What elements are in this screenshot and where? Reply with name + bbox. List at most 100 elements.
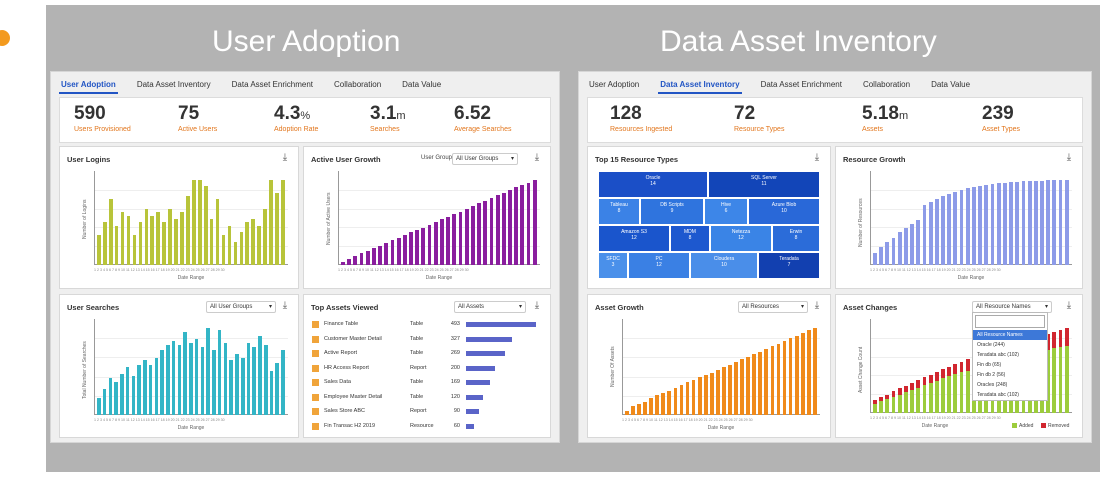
treemap-cell[interactable]: Netezza 12 xyxy=(710,225,772,252)
assets-select[interactable]: All Assets ▾ xyxy=(454,301,526,313)
asset-row[interactable]: Sales Store ABC Report 90 xyxy=(312,406,542,418)
chart-bar xyxy=(891,237,896,265)
dropdown-option[interactable]: Fin db 2 (56) xyxy=(973,370,1047,380)
asset-row[interactable]: Finance Table Table 493 xyxy=(312,319,542,331)
chart-bar xyxy=(97,235,101,265)
kpi-strip: 128 Resources Ingested 72 Resource Types… xyxy=(587,97,1083,143)
chart-bar xyxy=(728,364,732,415)
chart-bar xyxy=(365,251,370,265)
dropdown-search-input[interactable] xyxy=(975,315,1045,328)
asset-changes-card: Asset Changes All Resource Names ▾ ⤓ 1 2 … xyxy=(835,294,1083,438)
tab-data-asset-inventory[interactable]: Data Asset Inventory xyxy=(135,78,213,94)
asset-row[interactable]: Fin Transac H2 2019 Resource 60 xyxy=(312,421,542,433)
added-bar xyxy=(953,373,958,413)
dropdown-option[interactable]: Oracle (244) xyxy=(973,340,1047,350)
asset-name: Sales Data xyxy=(324,379,351,385)
asset-type-icon xyxy=(312,422,319,430)
user-group-select[interactable]: All User Groups ▾ xyxy=(452,153,518,165)
asset-type: Table xyxy=(410,393,424,400)
chart-bar xyxy=(258,336,262,415)
download-icon[interactable]: ⤓ xyxy=(279,300,291,312)
asset-row[interactable]: Sales Data Table 169 xyxy=(312,377,542,389)
chart-bar xyxy=(235,353,239,415)
chart-bar xyxy=(941,195,945,265)
treemap-cell[interactable]: PC 12 xyxy=(628,252,690,279)
dropdown-option[interactable]: All Resource Names xyxy=(973,330,1047,340)
tab-data-value[interactable]: Data Value xyxy=(929,78,972,94)
treemap-cell[interactable]: Azure Blob 10 xyxy=(748,198,820,225)
tab-collaboration[interactable]: Collaboration xyxy=(332,78,383,94)
dropdown-option[interactable]: Oracles (248) xyxy=(973,380,1047,390)
download-icon[interactable]: ⤓ xyxy=(279,152,291,164)
tab-user-adoption[interactable]: User Adoption xyxy=(587,78,641,94)
added-bar xyxy=(1058,347,1063,413)
treemap-cell[interactable]: SFDC 3 xyxy=(598,252,628,279)
asset-row[interactable]: Customer Master Detail Table 327 xyxy=(312,334,542,346)
chart-bar xyxy=(120,373,124,415)
treemap-cell[interactable]: MDM 8 xyxy=(670,225,710,252)
tab-user-adoption[interactable]: User Adoption xyxy=(59,78,118,94)
chart-bar xyxy=(131,375,136,415)
chart-bar xyxy=(148,364,153,415)
user-searches-card: User Searches All User Groups ▾ ⤓ 1 2 3 4… xyxy=(59,294,299,438)
x-tick-labels: 1 2 3 4 5 6 7 8 9 10 11 12 13 14 15 16 1… xyxy=(870,268,1001,272)
chart-bar xyxy=(1058,179,1063,265)
chart-bar xyxy=(673,387,678,415)
chart-bar xyxy=(953,191,958,265)
top-15-resource-types-card: Top 15 Resource Types ⤓ Oracle 14 SQL Ser… xyxy=(587,146,831,289)
dropdown-option[interactable]: Teradata abc (102) xyxy=(973,350,1047,360)
chart-bar xyxy=(233,242,238,265)
user-group-select[interactable]: All User Groups ▾ xyxy=(206,301,276,313)
active-user-growth-card: Active User Growth User Group All User G… xyxy=(303,146,551,289)
added-bar xyxy=(965,370,970,413)
tab-data-asset-enrichment[interactable]: Data Asset Enrichment xyxy=(230,78,315,94)
chart-bar xyxy=(183,332,187,415)
chart-bar xyxy=(371,247,376,265)
download-icon[interactable]: ⤓ xyxy=(531,152,543,164)
chart-bar xyxy=(194,338,199,415)
asset-views-bar xyxy=(466,423,475,429)
treemap-cell[interactable]: Erwin 8 xyxy=(772,225,820,252)
treemap-cell[interactable]: Teradata 7 xyxy=(758,252,820,279)
tab-data-asset-inventory[interactable]: Data Asset Inventory xyxy=(658,78,742,94)
download-icon[interactable]: ⤓ xyxy=(1063,300,1075,312)
chart-bar xyxy=(489,198,494,265)
treemap-cell[interactable]: Oracle 14 xyxy=(598,171,708,198)
chart-bar xyxy=(269,179,273,265)
tab-data-value[interactable]: Data Value xyxy=(400,78,443,94)
stage-background: User Adoption Data Asset Inventory User … xyxy=(46,5,1100,472)
chart-bar xyxy=(171,340,176,415)
tab-collaboration[interactable]: Collaboration xyxy=(861,78,912,94)
treemap-cell[interactable]: Tableau 8 xyxy=(598,198,640,225)
resources-select[interactable]: All Resources ▾ xyxy=(738,301,808,313)
download-icon[interactable]: ⤓ xyxy=(531,300,543,312)
treemap-cell[interactable]: DB Scripts 9 xyxy=(640,198,704,225)
dropdown-option[interactable]: Fin db (65) xyxy=(973,360,1047,370)
chart-bar xyxy=(341,261,345,265)
chart-bar xyxy=(722,367,726,415)
tab-data-asset-enrichment[interactable]: Data Asset Enrichment xyxy=(759,78,844,94)
chart-bar xyxy=(125,367,130,415)
kpi-average-searches: 6.52 Average Searches xyxy=(454,103,512,133)
chart-bar xyxy=(114,225,119,265)
removed-bar xyxy=(879,396,884,402)
asset-growth-plot xyxy=(622,319,820,415)
chart-bar xyxy=(794,335,799,415)
download-icon[interactable]: ⤓ xyxy=(811,300,823,312)
treemap-cell[interactable]: SQL Server 11 xyxy=(708,171,820,198)
asset-type-icon xyxy=(312,393,319,401)
y-axis-label: Number of Logins xyxy=(82,199,88,239)
asset-row[interactable]: Active Report Table 269 xyxy=(312,348,542,360)
x-axis-label: Date Range xyxy=(177,425,205,431)
treemap-cell[interactable]: Hive 6 xyxy=(704,198,748,225)
download-icon[interactable]: ⤓ xyxy=(1063,152,1075,164)
asset-row[interactable]: HR Access Report Report 200 xyxy=(312,363,542,375)
asset-views-bar xyxy=(466,351,505,356)
kpi-strip: 590 Users Provisioned 75 Active Users 4.… xyxy=(59,97,551,143)
asset-row[interactable]: Employee Master Detail Table 120 xyxy=(312,392,542,404)
resource-growth-plot xyxy=(870,171,1072,265)
download-icon[interactable]: ⤓ xyxy=(811,152,823,164)
treemap-cell[interactable]: Amazon S3 12 xyxy=(598,225,670,252)
dropdown-option[interactable]: Teradata abc (102) xyxy=(973,390,1047,400)
treemap-cell[interactable]: Cloudera 10 xyxy=(690,252,758,279)
